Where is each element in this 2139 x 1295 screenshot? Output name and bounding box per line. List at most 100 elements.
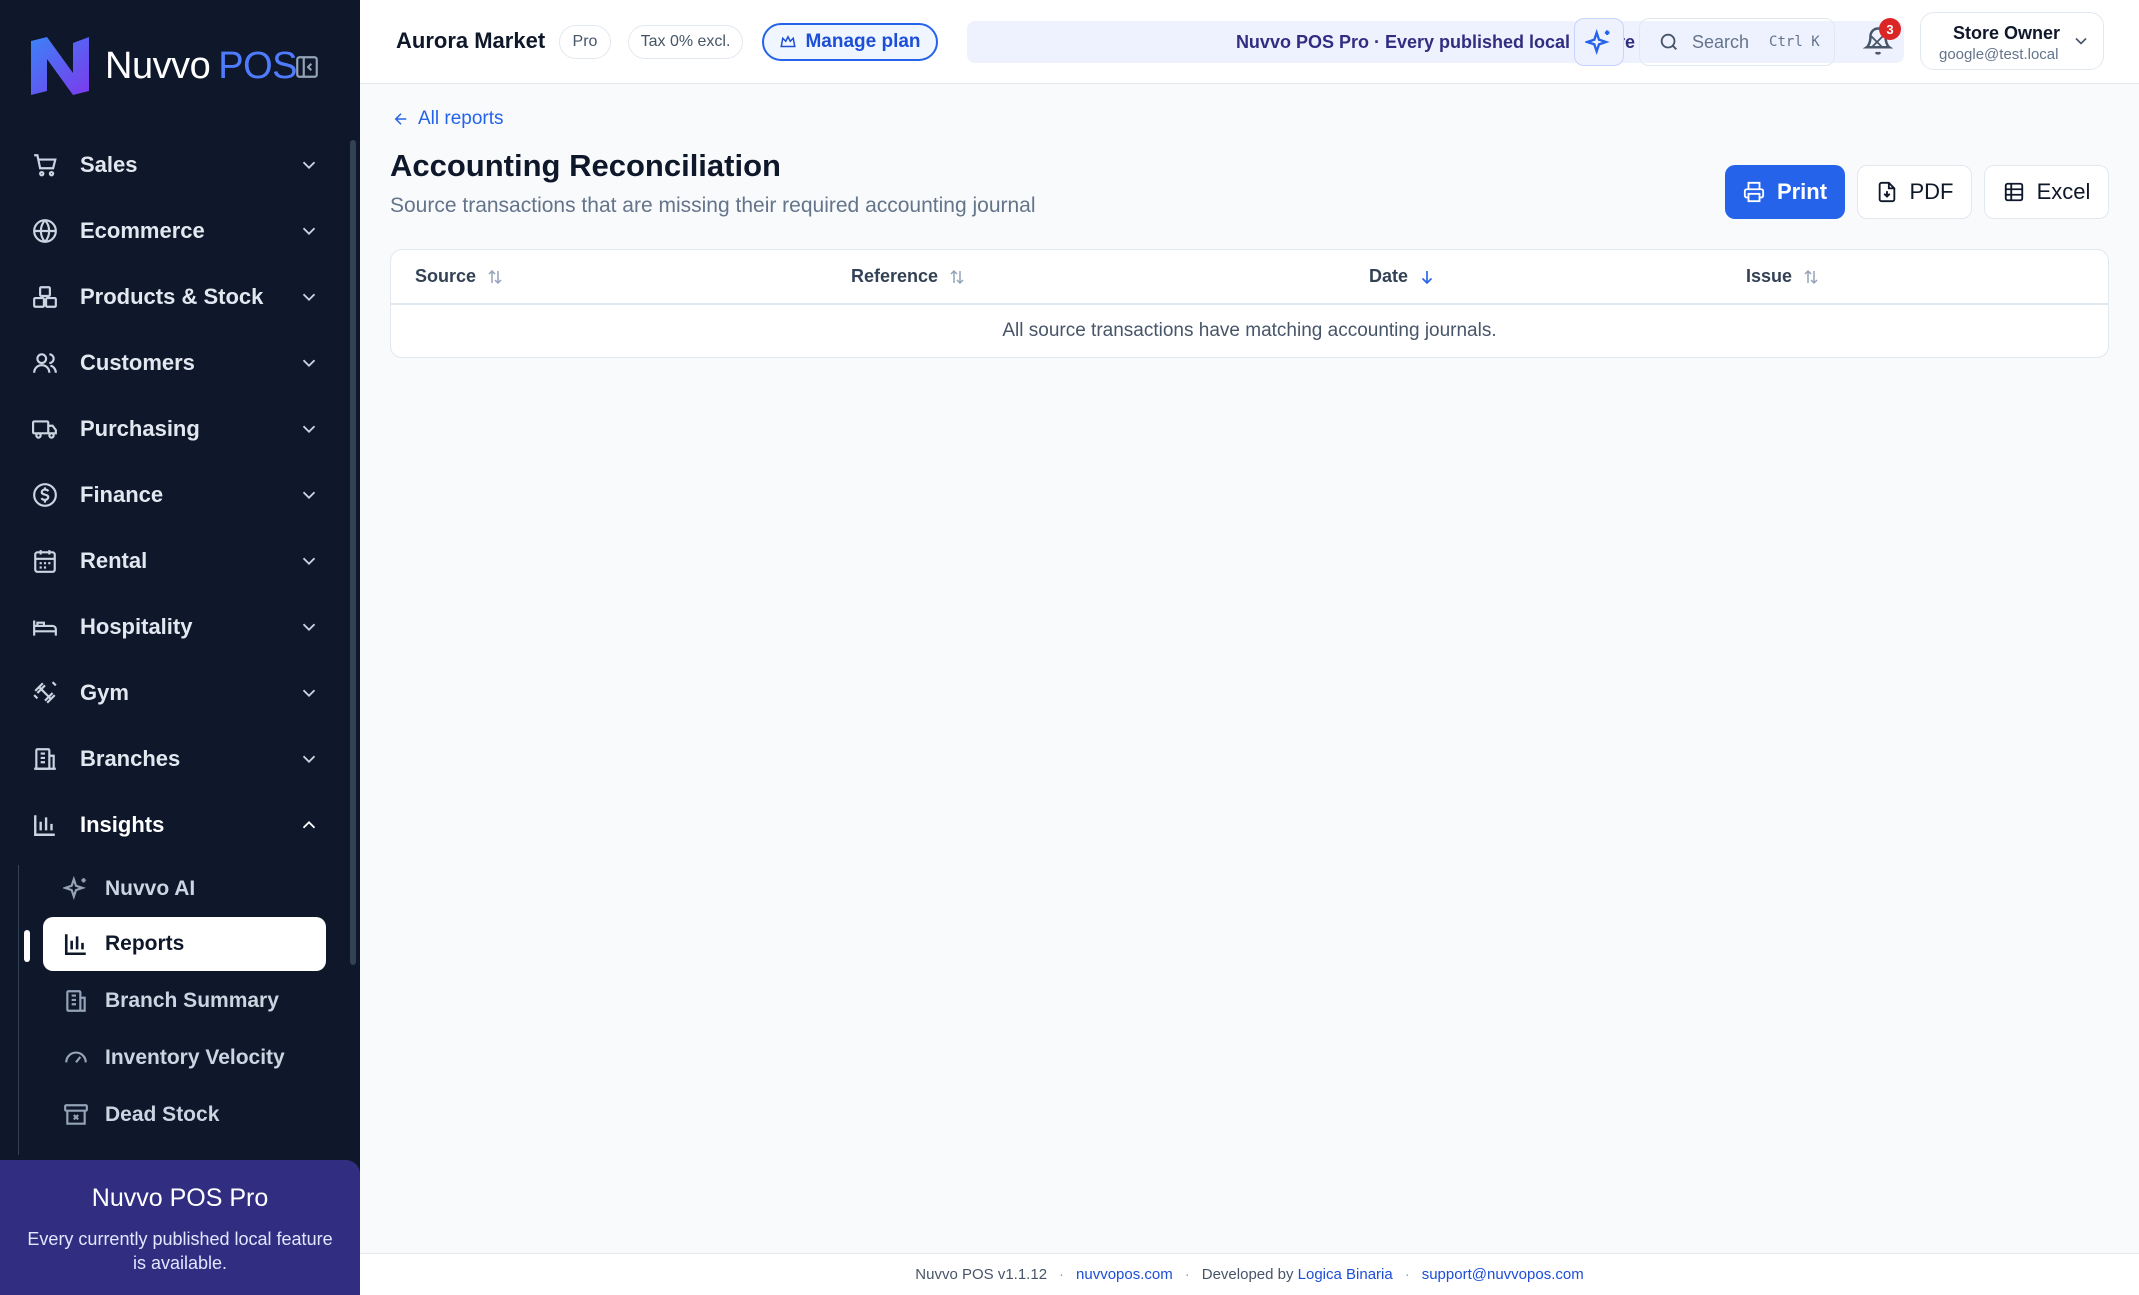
- report-table: Source Reference Date Issue All source t…: [390, 249, 2109, 358]
- sidebar-item-hospitality[interactable]: Hospitality: [30, 602, 320, 652]
- footer: Nuvvo POS v1.1.12 · nuvvopos.com · Devel…: [360, 1253, 2139, 1295]
- sidebar-item-rental[interactable]: Rental: [30, 536, 320, 586]
- sidebar-item-label: Finance: [80, 482, 164, 507]
- column-header-reference[interactable]: Reference: [851, 266, 966, 287]
- pdf-label: PDF: [1909, 179, 1954, 204]
- tax-badge[interactable]: Tax 0% excl.: [628, 25, 743, 59]
- sidebar-subitem-branch-summary[interactable]: Branch Summary: [43, 974, 326, 1028]
- sidebar-item-products-stock[interactable]: Products & Stock: [30, 272, 320, 322]
- chevron-down-icon: [302, 425, 316, 434]
- chevron-up-icon: [302, 820, 316, 829]
- pro-card-description: Every currently published local feature …: [27, 1229, 333, 1273]
- sidebar-item-purchasing[interactable]: Purchasing: [30, 404, 320, 454]
- column-label: Source: [415, 266, 477, 286]
- user-menu[interactable]: Store Owner google@test.local: [1920, 12, 2104, 70]
- excel-button[interactable]: Excel: [1984, 165, 2109, 219]
- sidebar-scrollbar[interactable]: [350, 140, 356, 965]
- dollar-icon: [30, 480, 60, 510]
- support-email-link[interactable]: support@nuvvopos.com: [1422, 1266, 1584, 1283]
- arrow-left-icon: [394, 113, 407, 125]
- chevron-down-icon: [302, 557, 316, 566]
- bar-chart-icon: [61, 929, 91, 959]
- website-link[interactable]: nuvvopos.com: [1076, 1266, 1173, 1283]
- column-label: Issue: [1746, 266, 1793, 286]
- submenu-rail: [18, 865, 19, 1155]
- globe-icon: [30, 216, 60, 246]
- sidebar-item-label: Branches: [80, 746, 181, 771]
- active-indicator: [24, 930, 30, 962]
- chevron-down-icon: [302, 491, 316, 500]
- file-download-icon: [1878, 181, 1895, 203]
- sidebar-subitem-nuvvo-ai[interactable]: Nuvvo AI: [43, 862, 326, 916]
- sidebar-item-ecommerce[interactable]: Ecommerce: [30, 206, 320, 256]
- sidebar-item-label: Purchasing: [80, 416, 200, 441]
- printer-icon: [1743, 181, 1765, 203]
- calendar-icon: [30, 546, 60, 576]
- cart-icon: [30, 150, 60, 180]
- pro-plan-card: Nuvvo POS Pro Every currently published …: [0, 1160, 360, 1295]
- pdf-button[interactable]: PDF: [1857, 165, 1972, 219]
- plan-badge: Pro: [559, 25, 611, 59]
- truck-icon: [30, 414, 60, 444]
- sort-icon: [1804, 269, 1818, 284]
- column-header-issue[interactable]: Issue: [1746, 266, 1820, 287]
- developer-link[interactable]: Logica Binaria: [1298, 1266, 1393, 1283]
- sidebar-subitem-label: Branch Summary: [105, 989, 279, 1012]
- sidebar-item-branches[interactable]: Branches: [30, 734, 320, 784]
- column-header-date[interactable]: Date: [1369, 266, 1436, 287]
- print-label: Print: [1776, 179, 1828, 204]
- gauge-icon: [61, 1043, 91, 1073]
- back-to-reports-link[interactable]: All reports: [392, 108, 504, 130]
- search-placeholder: Search: [1692, 31, 1750, 52]
- sparkles-icon: [1585, 28, 1610, 56]
- sidebar: Nuvvo POS Sales Ecommerce Products & Stoc…: [0, 0, 360, 1295]
- building-icon: [30, 744, 60, 774]
- brand-logo[interactable]: Nuvvo POS: [27, 33, 297, 99]
- sidebar-item-gym[interactable]: Gym: [30, 668, 320, 718]
- empty-state-message: All source transactions have matching ac…: [1002, 320, 1497, 341]
- sidebar-collapse-icon[interactable]: [294, 54, 320, 80]
- bed-icon: [30, 612, 60, 642]
- sidebar-item-label: Ecommerce: [80, 218, 205, 243]
- search-input[interactable]: Search Ctrl K: [1639, 18, 1835, 66]
- top-bar: Aurora Market Pro Tax 0% excl. Manage pl…: [360, 0, 2139, 84]
- crown-icon: [780, 35, 797, 48]
- sort-icon: [488, 269, 502, 284]
- separator: ·: [1059, 1266, 1065, 1283]
- table-header: Source Reference Date Issue: [391, 250, 2108, 305]
- sidebar-subitem-dead-stock[interactable]: Dead Stock: [43, 1088, 326, 1142]
- separator: ·: [1404, 1266, 1410, 1283]
- chevron-down-icon: [302, 293, 316, 302]
- chevron-down-icon: [302, 755, 316, 764]
- manage-plan-label: Manage plan: [805, 31, 921, 52]
- sidebar-item-label: Sales: [80, 152, 138, 177]
- chevron-down-icon: [302, 227, 316, 236]
- sidebar-item-insights[interactable]: Insights: [30, 800, 320, 850]
- back-label: All reports: [418, 108, 504, 129]
- sidebar-item-label: Hospitality: [80, 614, 193, 639]
- chevron-down-icon: [302, 161, 316, 170]
- sidebar-subitem-reports[interactable]: Reports: [43, 917, 326, 971]
- sidebar-subitem-inventory-velocity[interactable]: Inventory Velocity: [43, 1031, 326, 1085]
- manage-plan-button[interactable]: Manage plan: [762, 23, 938, 61]
- ai-assistant-button[interactable]: [1574, 18, 1624, 66]
- sidebar-subitem-label: Nuvvo AI: [105, 877, 196, 900]
- search-shortcut: Ctrl K: [1769, 34, 1820, 50]
- print-button[interactable]: Print: [1725, 165, 1845, 219]
- sidebar-item-label: Gym: [80, 680, 129, 705]
- page-subtitle: Source transactions that are missing the…: [390, 194, 1036, 217]
- users-icon: [30, 348, 60, 378]
- chevron-down-icon: [302, 689, 316, 698]
- sidebar-item-finance[interactable]: Finance: [30, 470, 320, 520]
- nuvvo-logo-icon: [31, 37, 89, 95]
- sidebar-item-customers[interactable]: Customers: [30, 338, 320, 388]
- sidebar-item-label: Customers: [80, 350, 195, 375]
- column-header-source[interactable]: Source: [415, 266, 504, 287]
- sort-icon: [950, 269, 964, 284]
- search-icon: [1660, 33, 1677, 50]
- sidebar-item-sales[interactable]: Sales: [30, 140, 320, 190]
- app-version: Nuvvo POS v1.1.12: [915, 1266, 1048, 1283]
- sidebar-item-label: Rental: [80, 548, 148, 573]
- chevron-down-icon: [2075, 37, 2087, 45]
- chevron-down-icon: [302, 359, 316, 368]
